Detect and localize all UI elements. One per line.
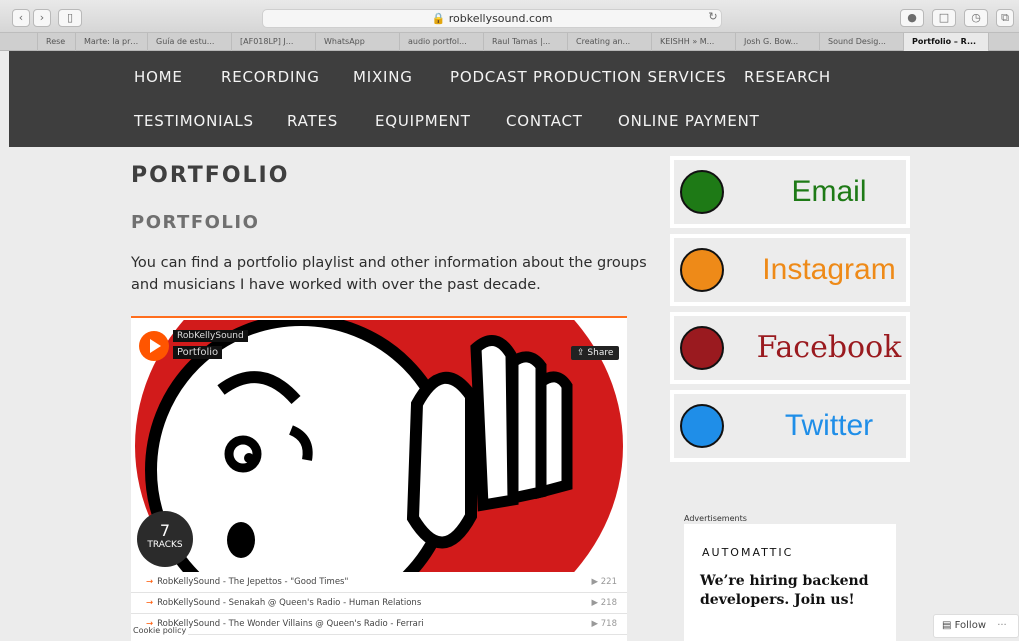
url-text: robkellysound.com (448, 12, 553, 25)
history-icon[interactable]: ◷ (964, 9, 988, 27)
more-icon[interactable]: ··· (997, 620, 1007, 631)
intro-text: You can find a portfolio playlist and ot… (131, 255, 647, 293)
address-bar[interactable]: 🔒 robkellysound.com (262, 9, 722, 28)
twitter-button[interactable]: Twitter (670, 390, 910, 462)
nav-online-payment[interactable]: ONLINE PAYMENT (618, 112, 760, 130)
soundcloud-player[interactable]: RobKellySound Portfolio ⇪ Share 7 TRACKS… (131, 316, 627, 641)
track-title: RobKellySound - Senakah @ Queen's Radio … (157, 598, 422, 608)
reload-icon[interactable]: ↻ (706, 9, 720, 27)
share-button[interactable]: ⇪ Share (571, 346, 620, 360)
tab-6[interactable]: audio portfol... (400, 33, 484, 51)
track-row[interactable]: → RobKellySound - Senakah @ Queen's Radio… (131, 593, 627, 614)
track-title: RobKellySound - The Wonder Villains @ Qu… (157, 619, 424, 629)
instagram-label: Instagram (762, 253, 896, 286)
nav-equipment[interactable]: EQUIPMENT (375, 112, 471, 130)
tab-bar: Rese Marte: la pró... Guía de estu... [A… (0, 33, 1019, 51)
track-plays: 221 (600, 577, 617, 587)
tabs-overview-icon[interactable]: ⧉ (996, 9, 1014, 27)
facebook-button[interactable]: Facebook (670, 312, 910, 384)
page-subtitle: PORTFOLIO (131, 212, 260, 233)
track-plays: 718 (600, 619, 617, 629)
ad-brand: AUTOMATTIC (702, 546, 794, 559)
ear-face-icon (680, 248, 724, 292)
player-username[interactable]: RobKellySound (173, 330, 248, 342)
track-row[interactable]: → RobKellySound - The Wonder Villains @ Q… (131, 614, 627, 635)
tab-2[interactable]: Marte: la pró... (76, 33, 148, 51)
nav-rates[interactable]: RATES (287, 112, 338, 130)
cookie-policy-link[interactable]: Cookie policy (131, 626, 189, 635)
tab-9[interactable]: KEISHH » M... (652, 33, 736, 51)
email-label: Email (791, 175, 867, 208)
nav-contact[interactable]: CONTACT (506, 112, 583, 130)
ear-face-icon (680, 326, 724, 370)
nav-research[interactable]: RESEARCH (744, 68, 831, 86)
follow-label: Follow (954, 620, 987, 631)
track-count: 7 (159, 521, 171, 540)
back-button[interactable]: ‹ (12, 9, 30, 27)
browser-toolbar: ‹ › ▯ ≡ 🔒 robkellysound.com ↻ ● □ ◷ ⧉ (0, 0, 1019, 33)
ads-label: Advertisements (684, 514, 747, 523)
forward-button[interactable]: › (33, 9, 51, 27)
play-button[interactable] (139, 331, 169, 361)
track-plays: 218 (600, 598, 617, 608)
page-title: PORTFOLIO (131, 163, 290, 188)
tab-7[interactable]: Raul Tamas |... (484, 33, 568, 51)
nav-recording[interactable]: RECORDING (221, 68, 320, 86)
share-icon[interactable]: □ (932, 9, 956, 27)
tab-active[interactable]: Portfolio – R... (904, 33, 989, 51)
tab-5[interactable]: WhatsApp (316, 33, 400, 51)
email-button[interactable]: Email (670, 156, 910, 228)
advertisement[interactable]: AUTOMATTIC We’re hiring backend develope… (684, 524, 896, 641)
tab-11[interactable]: Sound Desig... (820, 33, 904, 51)
tab-8[interactable]: Creating an... (568, 33, 652, 51)
ear-face-icon (680, 404, 724, 448)
nav-mixing[interactable]: MIXING (353, 68, 413, 86)
tab-1[interactable]: Rese (38, 33, 76, 51)
share-label: Share (587, 348, 614, 358)
facebook-label: Facebook (756, 330, 902, 365)
nav-testimonials[interactable]: TESTIMONIALS (134, 112, 254, 130)
track-arrow-icon: → (146, 577, 154, 587)
tab-10[interactable]: Josh G. Bow... (736, 33, 820, 51)
track-count-label: TRACKS (147, 540, 183, 550)
nav-podcast-production[interactable]: PODCAST PRODUCTION SERVICES (450, 68, 727, 86)
nav-home[interactable]: HOME (134, 68, 183, 86)
playlist-artwork: RobKellySound Portfolio ⇪ Share 7 TRACKS (131, 320, 627, 572)
tab-4[interactable]: [AF018LP] J... (232, 33, 316, 51)
tab-3[interactable]: Guía de estu... (148, 33, 232, 51)
follow-button[interactable]: ▤ Follow ··· (933, 614, 1019, 638)
track-count-badge: 7 TRACKS (137, 511, 193, 567)
twitter-label: Twitter (784, 409, 874, 442)
instagram-button[interactable]: Instagram (670, 234, 910, 306)
sidebar-toggle-icon[interactable]: ▯ (58, 9, 82, 27)
track-row[interactable]: → RobKellySound - The Jepettos - "Good Ti… (131, 572, 627, 593)
ear-face-icon (680, 170, 724, 214)
follow-icon: ▤ (942, 620, 952, 631)
main-nav: HOME RECORDING MIXING PODCAST PRODUCTION… (9, 51, 1019, 147)
player-playlist-title[interactable]: Portfolio (173, 346, 223, 359)
ad-copy: We’re hiring backend developers. Join us… (700, 573, 869, 608)
track-arrow-icon: → (146, 598, 154, 608)
download-icon[interactable]: ● (900, 9, 924, 27)
track-title: RobKellySound - The Jepettos - "Good Tim… (157, 577, 349, 587)
